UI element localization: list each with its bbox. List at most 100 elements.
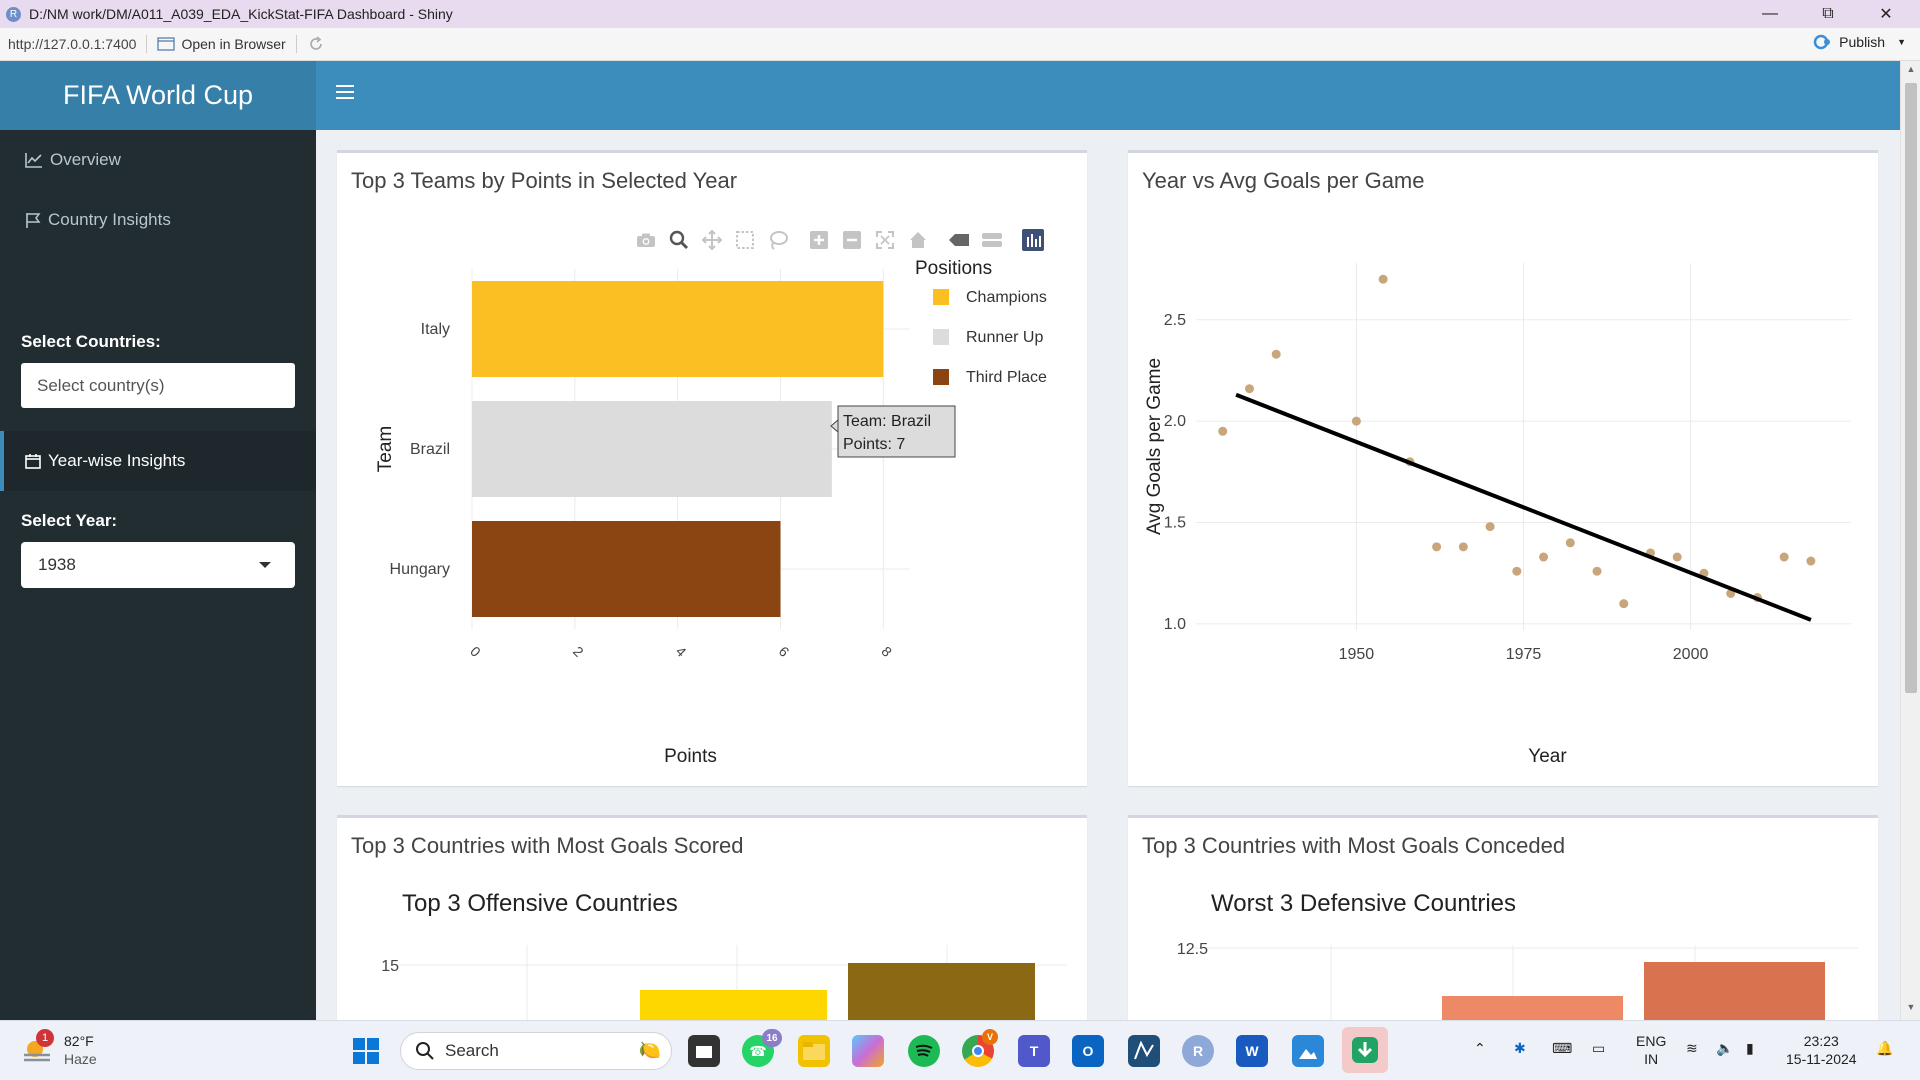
language-indicator[interactable]: ENG IN (1636, 1032, 1666, 1068)
url-label: http://127.0.0.1:7400 (8, 36, 137, 52)
chevron-down-icon[interactable]: ▼ (1897, 37, 1906, 47)
whatsapp-badge: 16 (762, 1029, 782, 1047)
whatsapp-icon[interactable]: ☎ 16 (742, 1029, 782, 1067)
bluetooth-icon[interactable]: ✱ (1514, 1039, 1526, 1057)
bar[interactable] (1442, 996, 1623, 1020)
data-point[interactable] (1539, 552, 1549, 562)
data-point[interactable] (1592, 566, 1602, 576)
bar-brazil[interactable] (472, 401, 832, 497)
window-title-bar: R D:/NM work/DM/A011_A039_EDA_KickStat-F… (0, 0, 1920, 28)
y-axis-title: Avg Goals per Game (1144, 358, 1165, 535)
scroll-down-icon[interactable]: ▼ (1901, 1002, 1920, 1018)
show-hidden-icons[interactable]: ⌃ (1474, 1039, 1486, 1057)
divider (146, 35, 148, 53)
y-tick-label: 1.0 (1164, 616, 1186, 633)
scrollbar-thumb[interactable] (1905, 83, 1917, 693)
chrome-icon[interactable]: V (962, 1029, 998, 1067)
data-point[interactable] (1779, 552, 1789, 562)
sidebar-toggle-icon[interactable] (336, 85, 354, 103)
data-point[interactable] (1565, 538, 1575, 548)
data-point[interactable] (1458, 542, 1468, 552)
caret-down-icon (259, 562, 271, 568)
active-app-icon[interactable] (1342, 1027, 1388, 1073)
dashboard-logo[interactable]: FIFA World Cup (0, 61, 316, 130)
defensive-countries-bar-chart[interactable]: Worst 3 Defensive Countries 12.5 (1128, 818, 1878, 1020)
year-select[interactable]: 1938 (21, 542, 295, 588)
display-icon[interactable]: ▭ (1592, 1039, 1605, 1057)
r-icon[interactable]: R (1182, 1035, 1214, 1067)
scroll-up-icon[interactable]: ▲ (1901, 64, 1920, 80)
data-point[interactable] (1619, 599, 1629, 609)
dashboard-header (316, 61, 1900, 130)
legend-label: Runner Up (966, 329, 1043, 346)
publish-icon (1813, 34, 1831, 50)
volume-icon[interactable]: 🔈 (1716, 1039, 1733, 1057)
vertical-scrollbar[interactable]: ▲ ▼ (1900, 61, 1920, 1020)
open-in-browser-button[interactable]: Open in Browser (157, 36, 286, 52)
taskbar-search[interactable]: Search 🍋 (400, 1032, 672, 1070)
most-goals-conceded-box: Top 3 Countries with Most Goals Conceded… (1128, 815, 1878, 1020)
data-point[interactable] (1244, 384, 1254, 394)
weather-widget[interactable]: 1 (20, 1029, 56, 1069)
word-icon[interactable]: W (1236, 1035, 1268, 1067)
battery-icon[interactable]: ▮ (1746, 1039, 1754, 1057)
start-icon[interactable] (350, 1035, 382, 1067)
calendar-icon (25, 454, 41, 469)
x-tick-label: 1975 (1506, 646, 1542, 663)
data-point[interactable] (1485, 522, 1495, 532)
data-point[interactable] (1271, 349, 1281, 359)
chrome-profile-badge: V (982, 1029, 998, 1045)
spotify-icon[interactable] (908, 1035, 940, 1067)
sidebar-item-label: Country Insights (48, 210, 171, 229)
bar-italy[interactable] (472, 281, 884, 377)
data-point[interactable] (1432, 542, 1442, 552)
bar-hungary[interactable] (472, 521, 781, 617)
bar[interactable] (848, 963, 1035, 1020)
avg-goals-scatter-chart[interactable]: 1.0 1.5 2.0 2.5 1950 1975 2000 Year Avg Goals pe… (1128, 153, 1878, 783)
x-tick-label: 6 (776, 643, 793, 660)
outlook-icon[interactable]: O (1072, 1035, 1104, 1067)
legend-swatch (933, 329, 949, 345)
country-select-input[interactable]: Select country(s) (21, 363, 295, 408)
data-point[interactable] (1672, 552, 1682, 562)
app-icon[interactable] (1128, 1035, 1160, 1067)
copilot-icon[interactable] (852, 1035, 884, 1067)
sidebar-item-year-wise-insights[interactable]: Year-wise Insights (0, 431, 316, 491)
file-explorer-icon[interactable] (798, 1035, 830, 1067)
wifi-icon[interactable]: ≋ (1686, 1039, 1698, 1057)
window-title: D:/NM work/DM/A011_A039_EDA_KickStat-FIF… (29, 6, 453, 22)
team-points-bar-chart[interactable]: Italy Brazil Hungary 0 2 4 6 8 Points Team Positio… (337, 153, 1087, 783)
bar[interactable] (640, 990, 827, 1020)
rstudio-icon: R (6, 6, 21, 22)
y-tick-label: Hungary (390, 561, 450, 578)
x-tick-label: 4 (673, 643, 690, 660)
data-point[interactable] (1512, 566, 1522, 576)
notification-bell-icon[interactable]: 🔔 (1876, 1039, 1893, 1057)
sidebar-item-country-insights[interactable]: Country Insights (0, 190, 316, 250)
avg-goals-box: Year vs Avg Goals per Game 1.0 1.5 2.0 2.5 1… (1128, 150, 1878, 786)
offensive-countries-bar-chart[interactable]: Top 3 Offensive Countries 15 (337, 818, 1087, 1020)
clock[interactable]: 23:23 15-11-2024 (1786, 1032, 1857, 1068)
x-tick-label: 2 (570, 643, 587, 660)
data-point[interactable] (1806, 556, 1816, 566)
close-button[interactable]: ✕ (1858, 0, 1914, 28)
clock-time: 23:23 (1803, 1033, 1839, 1049)
data-point[interactable] (1378, 274, 1388, 284)
keyboard-icon[interactable]: ⌨ (1552, 1039, 1572, 1057)
sidebar-item-label: Year-wise Insights (48, 451, 186, 470)
bar[interactable] (1644, 962, 1825, 1020)
legend-swatch (933, 289, 949, 305)
sidebar-item-label: Overview (50, 150, 121, 169)
photos-icon[interactable] (1292, 1035, 1324, 1067)
task-view-icon[interactable] (688, 1035, 720, 1067)
sidebar-item-overview[interactable]: Overview (0, 130, 316, 190)
legend-label: Champions (966, 289, 1047, 306)
refresh-icon[interactable] (307, 35, 325, 53)
restore-button[interactable]: ⧉ (1800, 0, 1856, 28)
teams-icon[interactable]: T (1018, 1035, 1050, 1067)
publish-button[interactable]: Publish ▼ (1813, 34, 1906, 50)
x-tick-label: 8 (878, 643, 895, 660)
minimize-button[interactable]: — (1742, 0, 1798, 28)
data-point[interactable] (1218, 426, 1228, 436)
data-point[interactable] (1351, 416, 1361, 426)
